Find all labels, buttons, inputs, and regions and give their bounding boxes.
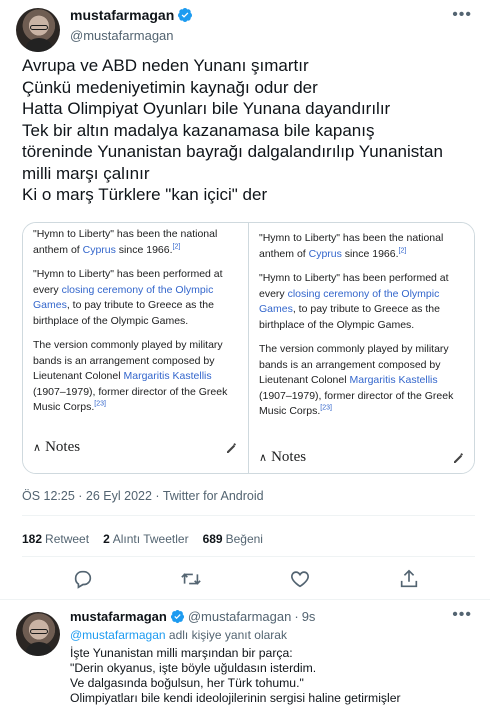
divider: [0, 599, 490, 600]
tweet-text-line: milli marşı çalınır: [22, 163, 150, 183]
retweets-count: 182: [22, 532, 43, 546]
action-bar: [0, 568, 490, 592]
wiki-paragraph: "Hymn to Liberty" has been performed at …: [33, 267, 241, 329]
wiki-paragraph: "Hymn to Liberty" has been the national …: [259, 231, 467, 262]
reply-text: İşte Yunanistan milli marşından bir parç…: [70, 646, 480, 706]
wiki-reference: [2]: [398, 247, 407, 254]
reply-time[interactable]: 9s: [302, 609, 316, 624]
media-image-right[interactable]: "Hymn to Liberty" has been the national …: [249, 223, 474, 473]
separator-dot: ·: [294, 609, 299, 624]
chevron-up-icon: ∧: [259, 451, 268, 464]
verified-badge-icon: [178, 8, 193, 22]
notes-heading: ∧ Notes: [259, 449, 306, 466]
author-block: mustafarmagan @mustafarmagan: [70, 7, 193, 43]
verified-badge-icon: [170, 609, 184, 624]
media-grid: "Hymn to Liberty" has been the national …: [22, 222, 475, 474]
likes-count: 689: [202, 532, 223, 546]
wiki-text-span: (1907–1979), former director of the Gree…: [259, 389, 454, 418]
wiki-link: Margaritis Kastellis: [123, 370, 212, 382]
wiki-text-span: (1907–1979), former director of the Gree…: [33, 385, 228, 414]
wiki-paragraph: "Hymn to Liberty" has been performed at …: [259, 271, 467, 333]
like-icon[interactable]: [289, 568, 311, 590]
divider: [22, 556, 475, 557]
tweet-text-line: Tek bir altın madalya kazanamasa bile ka…: [22, 120, 375, 140]
reply-text-line: "Derin okyanus, işte böyle uğuldasın ist…: [70, 661, 317, 675]
chevron-up-icon: ∧: [33, 441, 42, 454]
tweet-text-line: töreninde Yunanistan bayrağı dalgalandır…: [22, 142, 443, 161]
avatar[interactable]: [16, 612, 60, 656]
wiki-text: "Hymn to Liberty" has been the national …: [259, 231, 467, 429]
reply-header: mustafarmagan @mustafarmagan · 9s: [70, 609, 315, 624]
retweet-icon[interactable]: [180, 568, 202, 590]
wiki-link: Margaritis Kastellis: [349, 374, 438, 386]
media-image-left[interactable]: "Hymn to Liberty" has been the national …: [23, 223, 249, 473]
wiki-reference: [23]: [94, 400, 106, 408]
tweet-timestamp[interactable]: ÖS 12:25 · 26 Eyl 2022 · Twitter for And…: [22, 489, 264, 503]
wiki-reference: [23]: [320, 404, 332, 412]
quotes-label: Alıntı Tweetler: [112, 532, 189, 546]
wiki-paragraph: The version commonly played by military …: [33, 338, 241, 416]
divider: [22, 515, 475, 516]
wiki-link: Cyprus: [308, 247, 342, 260]
likes-label: Beğeni: [225, 532, 263, 546]
notes-label: Notes: [271, 449, 307, 465]
more-horizontal-icon[interactable]: •••: [452, 6, 472, 24]
wiki-paragraph: "Hymn to Liberty" has been the national …: [33, 227, 241, 258]
tweet-text-line: Hatta Olimpiyat Oyunları bile Yunana day…: [22, 99, 391, 118]
reply-icon[interactable]: [72, 568, 94, 590]
replying-to-link[interactable]: @mustafarmagan: [70, 628, 166, 642]
reply-text-line: İşte Yunanistan milli marşından bir parç…: [70, 646, 293, 660]
reply-handle[interactable]: @mustafarmagan: [188, 609, 292, 624]
reply-text-line: Olimpiyatları bile kendi ideolojilerinin…: [70, 691, 401, 705]
notes-section-bar: ∧ Notes: [33, 439, 238, 456]
replying-to: @mustafarmagan adlı kişiye yanıt olarak: [70, 628, 287, 642]
tweet-text-line: Ki o marş Türklere "kan içici" der: [22, 185, 268, 204]
pencil-icon: [454, 452, 464, 463]
reply-display-name[interactable]: mustafarmagan: [70, 609, 167, 624]
quotes-count: 2: [103, 532, 110, 546]
reply-text-line: Ve dalgasında boğulsun, her Türk tohumu.…: [70, 676, 304, 690]
share-icon[interactable]: [398, 568, 420, 590]
tweet-text: Avrupa ve ABD neden Yunanı şımartır Çünk…: [22, 55, 482, 206]
author-display-name[interactable]: mustafarmagan: [70, 7, 174, 23]
wiki-text: "Hymn to Liberty" has been the national …: [33, 227, 241, 425]
replying-to-text: adlı kişiye yanıt olarak: [165, 628, 287, 642]
wiki-text-span: since 1966.: [341, 247, 399, 260]
wiki-reference: [2]: [172, 243, 181, 250]
notes-label: Notes: [45, 439, 81, 455]
retweets-stat[interactable]: 182 Retweet: [22, 532, 89, 546]
author-name-row[interactable]: mustafarmagan: [70, 7, 193, 23]
notes-heading: ∧ Notes: [33, 439, 80, 456]
likes-stat[interactable]: 689 Beğeni: [203, 532, 263, 546]
avatar[interactable]: [16, 8, 60, 52]
author-handle[interactable]: @mustafarmagan: [70, 28, 193, 43]
pencil-icon: [227, 442, 237, 453]
more-horizontal-icon[interactable]: •••: [452, 606, 472, 624]
wiki-link: Cyprus: [82, 243, 116, 256]
quotes-stat[interactable]: 2 Alıntı Tweetler: [103, 532, 189, 546]
tweet-text-line: Çünkü medeniyetimin kaynağı odur der: [22, 77, 318, 97]
tweet-text-line: Avrupa ve ABD neden Yunanı şımartır: [22, 56, 309, 75]
wiki-text-span: since 1966.: [115, 243, 173, 256]
engagement-stats: 182 Retweet 2 Alıntı Tweetler 689 Beğeni: [22, 532, 263, 546]
wiki-paragraph: The version commonly played by military …: [259, 342, 467, 420]
notes-section-bar: ∧ Notes: [259, 449, 465, 466]
retweets-label: Retweet: [45, 532, 90, 546]
